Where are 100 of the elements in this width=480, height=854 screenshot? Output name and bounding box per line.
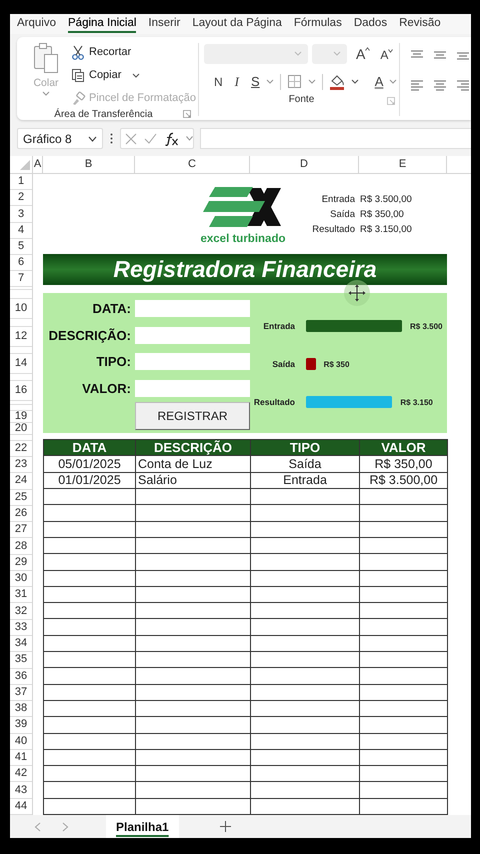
table-cell: Saída [250,456,360,472]
row-header[interactable]: 35 [10,652,32,669]
summary-label: Resultado [311,224,355,235]
ribbon-tab[interactable]: Fórmulas [294,14,342,33]
row-header[interactable]: 34 [10,636,32,652]
dropdown-caret-icon [389,79,398,84]
row-header[interactable]: 16 [10,381,32,402]
row-header[interactable]: 7 [10,271,32,288]
column-header[interactable]: E [359,156,447,173]
register-button[interactable]: REGISTRAR [135,402,250,430]
row-header[interactable]: 1 [10,174,32,190]
dropdown-caret-icon [350,79,359,84]
font-size-field[interactable] [312,44,347,64]
field-label: DESCRIÇÃO: [48,326,131,344]
dropdown-caret-icon [132,72,140,78]
group-label: Área de Transferência [54,108,153,120]
bar-label: Saída [271,359,295,370]
add-sheet-icon[interactable] [220,821,231,832]
borders-icon[interactable] [286,74,302,90]
column-header[interactable]: D [250,156,359,173]
italic-button[interactable]: I [234,74,240,90]
dialog-launcher-icon [182,110,191,118]
row-header[interactable]: 24 [10,473,32,490]
row-header[interactable]: 38 [10,701,32,718]
fill-bucket-icon[interactable] [328,74,345,90]
ribbon-tab[interactable]: Inserir [148,14,180,33]
bar-value: R$ 3.500 [410,322,442,331]
row-header[interactable]: 26 [10,506,32,522]
row-header[interactable]: 2 [10,190,32,206]
row-header[interactable]: 41 [10,750,32,766]
column-header: DATA [44,440,136,456]
input-field[interactable] [135,380,250,397]
align-right-icon[interactable] [456,78,470,91]
row-header[interactable]: 5 [10,239,32,256]
summary-value: R$ 350,00 [360,208,405,220]
formula-field[interactable] [200,128,471,150]
row-header[interactable]: 3 [10,206,32,223]
row-header[interactable]: 20 [10,423,32,436]
row-header[interactable]: 19 [10,411,32,424]
row-header[interactable]: 27 [10,522,32,538]
row-header[interactable]: 10 [10,299,32,320]
font-name-field[interactable] [204,44,308,64]
more-icon [110,133,113,144]
ribbon-tab[interactable]: Dados [354,14,388,33]
column-header[interactable]: B [43,156,135,173]
name-box[interactable]: Gráfico 8 [17,128,103,150]
chevron-down-icon [88,136,97,142]
font-color-button[interactable]: A [374,74,384,90]
row-header[interactable]: 39 [10,717,32,734]
move-cursor-icon [343,279,371,308]
bold-button[interactable]: N [214,74,223,89]
column-header[interactable]: A [33,156,43,173]
row-header[interactable]: 36 [10,668,32,685]
row-header[interactable]: 30 [10,570,32,588]
row-header[interactable]: 25 [10,490,32,506]
table-cell: Salário [136,472,250,489]
ribbon-tab[interactable]: Layout da Página [192,14,282,33]
row-header[interactable]: 14 [10,354,32,374]
align-middle-icon[interactable] [433,48,447,61]
align-center-icon[interactable] [433,78,447,91]
ribbon-tab[interactable]: Arquivo [17,14,56,33]
clipboard-button[interactable]: Recortar [71,42,196,63]
input-field[interactable] [135,353,250,370]
copy-icon [71,68,86,83]
table-cell: 05/01/2025 [44,456,136,472]
row-header[interactable]: 31 [10,587,32,604]
chevron-down-icon [186,136,193,142]
underline-button[interactable]: S [251,74,260,90]
column-header: VALOR [360,440,448,456]
summary-value: R$ 3.500,00 [360,194,412,205]
select-all-icon[interactable] [20,160,30,170]
clipboard-button[interactable]: Copiar [71,64,196,86]
chevron-left-icon[interactable] [34,822,41,832]
row-header[interactable]: 12 [10,327,32,348]
chevron-right-icon[interactable] [62,822,69,832]
function-icon[interactable] [164,132,179,146]
ribbon-tab[interactable]: Revisão [399,14,441,33]
row-header[interactable]: 37 [10,684,32,702]
row-header[interactable]: 22 [10,441,32,458]
row-header[interactable]: 42 [10,766,32,782]
row-header[interactable]: 29 [10,554,32,571]
grow-font-button[interactable]: A [356,46,370,62]
column-header[interactable]: C [135,156,250,173]
row-header[interactable]: 28 [10,538,32,555]
group-label: Fonte [288,94,314,106]
row-header[interactable]: 4 [10,222,32,240]
column-header: TIPO [250,440,360,456]
check-icon[interactable] [144,132,157,145]
row-header[interactable]: 43 [10,782,32,799]
input-field[interactable] [135,300,250,318]
close-icon[interactable] [125,132,137,145]
row-header[interactable]: 6 [10,255,32,272]
row-header[interactable]: 23 [10,457,32,474]
row-header[interactable]: 33 [10,620,32,636]
row-header[interactable]: 32 [10,603,32,620]
sheet-tab[interactable]: Planilha1 [106,815,179,838]
shrink-font-button[interactable]: A [380,48,394,62]
align-left-icon[interactable] [410,78,424,91]
row-header[interactable]: 40 [10,734,32,750]
input-field[interactable] [135,326,250,344]
